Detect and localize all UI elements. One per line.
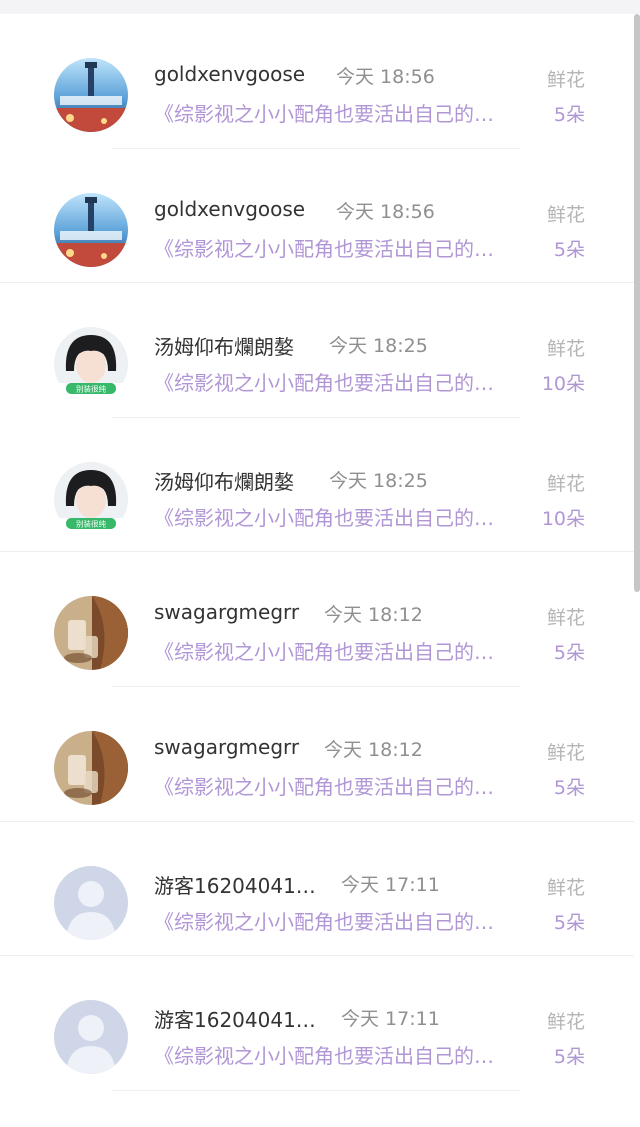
book-title-link[interactable]: 《综影视之小小配角也要活出自己的… (154, 636, 532, 665)
list-item[interactable]: 游客16204041… 今天 17:11 鲜花 《综影视之小小配角也要活出自己的… (0, 956, 634, 1091)
gift-quantity: 5朵 (553, 104, 585, 126)
user-avatar[interactable]: 别装很纯 (54, 461, 128, 536)
gift-type-label: 鲜花 (546, 203, 585, 226)
timestamp: 今天 18:12 (324, 604, 423, 627)
girl-portrait-avatar-icon: 别装很纯 (54, 461, 128, 536)
gift-type-label: 鲜花 (546, 741, 585, 764)
top-bar (0, 0, 640, 14)
timestamp: 今天 18:56 (336, 200, 435, 223)
list-item[interactable]: 别装很纯 汤姆仰布爛朗嫯 今天 18:25 鲜花 《综影视之小小配角也要活出自己… (0, 283, 634, 418)
default-user-avatar-icon (54, 1000, 128, 1075)
gift-quantity: 5朵 (553, 238, 585, 261)
gift-quantity: 10朵 (541, 507, 585, 530)
timestamp: 今天 18:25 (329, 469, 428, 492)
timestamp: 今天 18:56 (336, 66, 435, 88)
user-avatar[interactable] (54, 865, 128, 940)
user-avatar[interactable]: 别装很纯 (54, 327, 128, 402)
book-title-link[interactable]: 《综影视之小小配角也要活出自己的… (154, 771, 532, 800)
user-avatar[interactable] (54, 596, 128, 671)
book-title-link[interactable]: 《综影视之小小配角也要活出自己的… (154, 1040, 532, 1069)
book-title-link[interactable]: 《综影视之小小配角也要活出自己的… (154, 98, 532, 127)
sepia-photo-avatar-icon (54, 596, 128, 671)
user-avatar[interactable] (54, 730, 128, 805)
gift-type-label: 鲜花 (546, 69, 585, 91)
gift-type-label: 鲜花 (546, 607, 585, 630)
gift-quantity: 10朵 (541, 373, 585, 396)
list-item[interactable]: 游客16204041… 今天 17:11 鲜花 《综影视之小小配角也要活出自己的… (0, 822, 634, 957)
book-title-link[interactable]: 《综影视之小小配角也要活出自己的… (154, 906, 532, 935)
sepia-photo-avatar-icon (54, 730, 128, 805)
timestamp: 今天 18:25 (329, 335, 428, 358)
list-item[interactable]: goldxenvgoose 今天 18:56 鲜花 《综影视之小小配角也要活出自… (0, 14, 634, 149)
city-night-avatar-icon (54, 192, 128, 267)
user-name[interactable]: 游客16204041… (154, 870, 316, 899)
gift-type-label: 鲜花 (546, 472, 585, 495)
user-name[interactable]: swagargmegrr (154, 735, 299, 759)
user-avatar[interactable] (54, 58, 128, 132)
book-title-link[interactable]: 《综影视之小小配角也要活出自己的… (154, 367, 532, 396)
list-item[interactable]: swagargmegrr 今天 18:12 鲜花 《综影视之小小配角也要活出自己… (0, 552, 634, 687)
user-avatar[interactable] (54, 1000, 128, 1075)
user-name[interactable]: 游客16204041… (154, 1004, 316, 1033)
book-title-link[interactable]: 《综影视之小小配角也要活出自己的… (154, 502, 532, 531)
gift-type-label: 鲜花 (546, 876, 585, 899)
timestamp: 今天 17:11 (341, 1008, 440, 1031)
list-item[interactable]: 别装很纯 汤姆仰布爛朗嫯 今天 18:25 鲜花 《综影视之小小配角也要活出自己… (0, 418, 634, 553)
gift-quantity: 5朵 (553, 776, 585, 799)
gift-type-label: 鲜花 (546, 338, 585, 361)
user-name[interactable]: swagargmegrr (154, 600, 299, 624)
flower-gift-list: goldxenvgoose 今天 18:56 鲜花 《综影视之小小配角也要活出自… (0, 14, 634, 1091)
user-name[interactable]: 汤姆仰布爛朗嫯 (154, 331, 294, 360)
gift-quantity: 5朵 (553, 911, 585, 934)
avatar-badge-text: 别装很纯 (76, 518, 106, 528)
default-user-avatar-icon (54, 865, 128, 940)
gift-type-label: 鲜花 (546, 1011, 585, 1034)
avatar-badge-text: 别装很纯 (76, 384, 106, 394)
scrollbar[interactable] (634, 14, 640, 592)
gift-quantity: 5朵 (553, 642, 585, 665)
list-item[interactable]: swagargmegrr 今天 18:12 鲜花 《综影视之小小配角也要活出自己… (0, 687, 634, 822)
list-item[interactable]: goldxenvgoose 今天 18:56 鲜花 《综影视之小小配角也要活出自… (0, 149, 634, 284)
user-name[interactable]: goldxenvgoose (154, 197, 305, 221)
user-name[interactable]: goldxenvgoose (154, 62, 305, 86)
user-avatar[interactable] (54, 192, 128, 267)
timestamp: 今天 17:11 (341, 873, 440, 896)
book-title-link[interactable]: 《综影视之小小配角也要活出自己的… (154, 233, 532, 262)
timestamp: 今天 18:12 (324, 738, 423, 761)
user-name[interactable]: 汤姆仰布爛朗嫯 (154, 466, 294, 495)
girl-portrait-avatar-icon: 别装很纯 (54, 327, 128, 402)
gift-quantity: 5朵 (553, 1046, 585, 1069)
city-night-avatar-icon (54, 58, 128, 132)
